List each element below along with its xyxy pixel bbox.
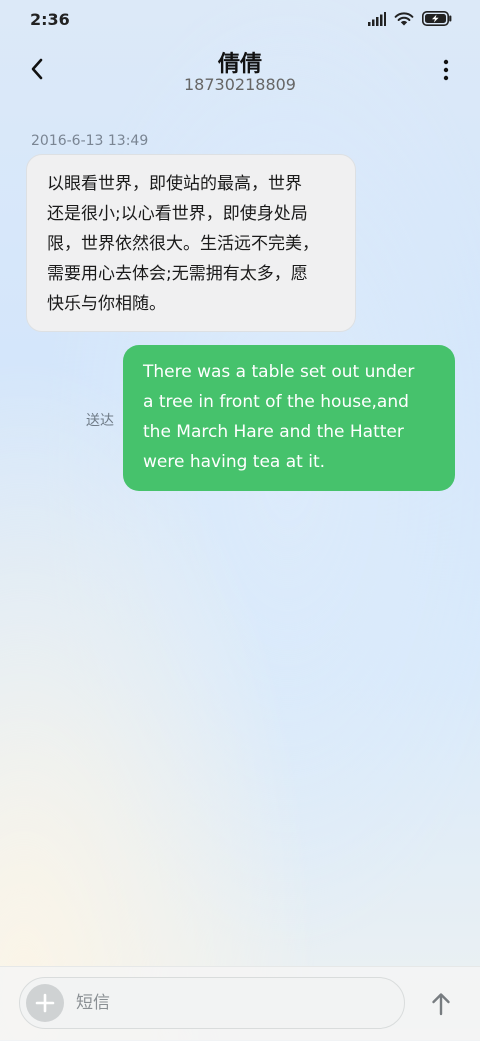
wifi-icon: [394, 12, 414, 26]
add-attachment-button[interactable]: [26, 984, 64, 1022]
send-button[interactable]: [426, 989, 456, 1019]
received-message-text: 以眼看世界，即使站的最高，世界 还是很小;以心看世界，即使身处局 限，世界依然很…: [47, 174, 319, 314]
more-vertical-icon: [443, 59, 449, 81]
delivery-status: 送达: [86, 413, 114, 429]
contact-name: 倩倩: [217, 52, 262, 77]
sent-message-text: There was a table set out under a tree i…: [143, 362, 415, 472]
sent-message-bubble[interactable]: There was a table set out under a tree i…: [123, 345, 455, 491]
received-message-bubble[interactable]: 以眼看世界，即使站的最高，世界 还是很小;以心看世界，即使身处局 限，世界依然很…: [26, 154, 356, 332]
more-options-button[interactable]: [438, 56, 454, 84]
arrow-up-icon: [432, 993, 450, 1016]
status-bar: 2:36: [0, 0, 480, 40]
status-time: 2:36: [30, 10, 70, 29]
battery-charging-icon: [422, 11, 452, 26]
message-input[interactable]: [76, 986, 386, 1020]
contact-number: 18730218809: [184, 75, 296, 94]
conversation-header: 倩倩 18730218809: [0, 40, 480, 100]
plus-icon: [35, 993, 55, 1013]
signal-icon: [368, 11, 386, 26]
message-timestamp: 2016-6-13 13:49: [31, 133, 149, 149]
message-input-container: [19, 977, 405, 1029]
status-icons: [368, 11, 452, 26]
composer-bar: [0, 966, 480, 1041]
